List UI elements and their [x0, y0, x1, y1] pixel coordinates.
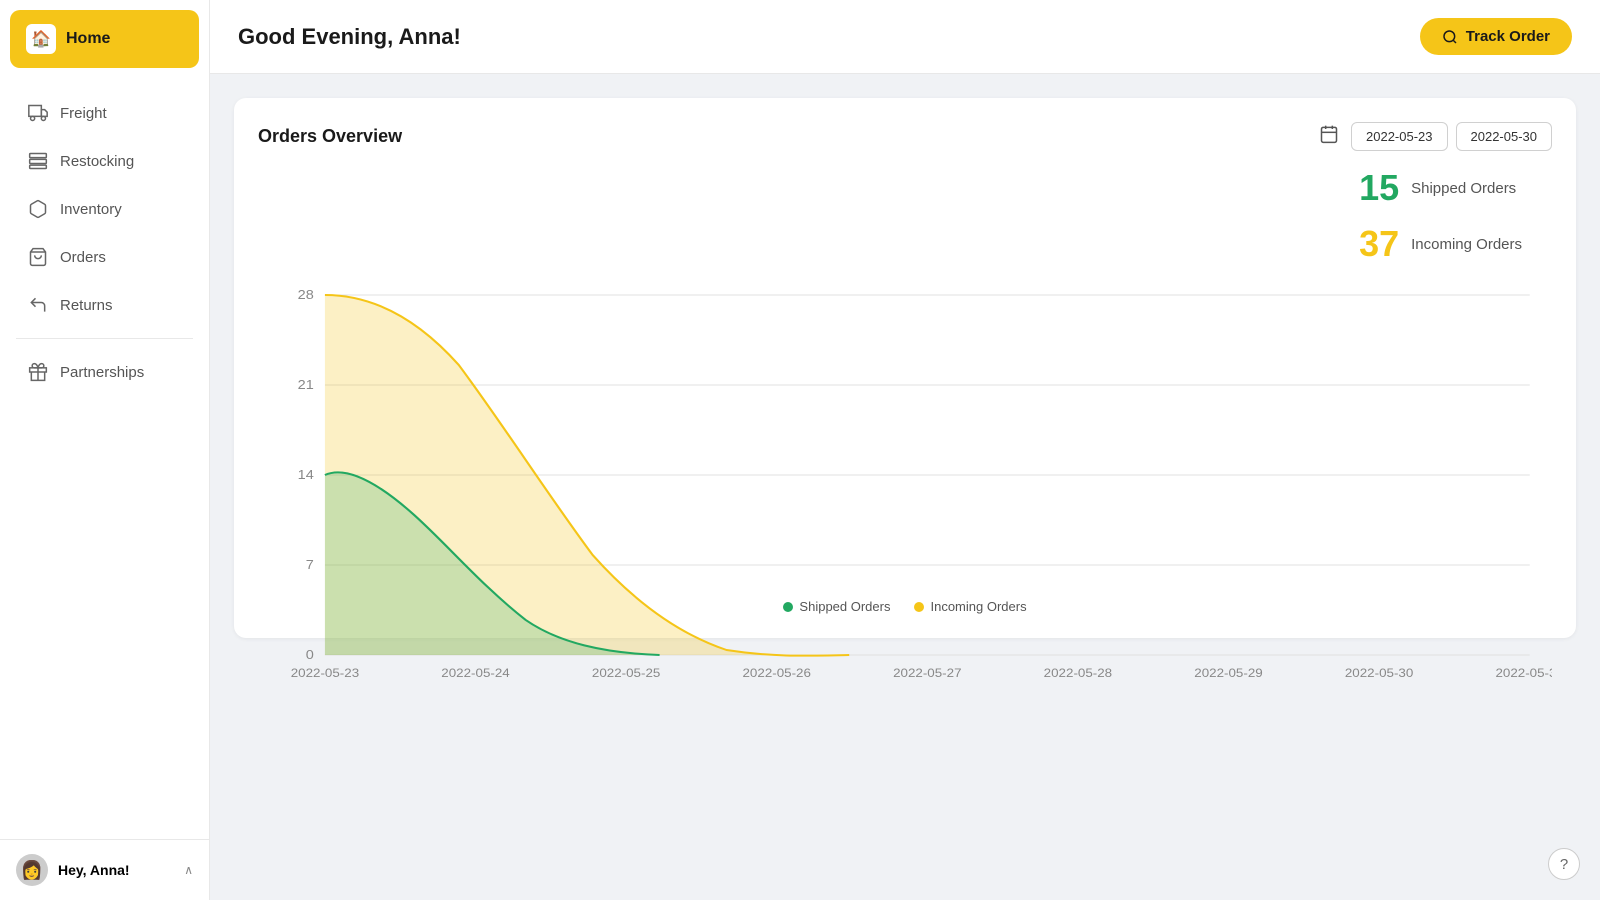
svg-text:2022-05-24: 2022-05-24: [441, 666, 509, 680]
page-title: Good Evening, Anna!: [238, 24, 461, 50]
returns-label: Returns: [60, 297, 113, 314]
partnerships-icon: [28, 362, 48, 382]
orders-icon: [28, 247, 48, 267]
user-greeting: Hey, Anna!: [58, 862, 174, 878]
date-range-controls: 2022-05-23 2022-05-30: [1319, 122, 1552, 151]
sidebar: 🏠 Home Freight Restocking Inventory O: [0, 0, 210, 900]
svg-text:2022-05-27: 2022-05-27: [893, 666, 961, 680]
sidebar-user-area[interactable]: 👩 Hey, Anna! ∧: [0, 839, 209, 900]
restocking-label: Restocking: [60, 153, 134, 170]
sidebar-item-freight[interactable]: Freight: [8, 90, 201, 136]
svg-text:14: 14: [298, 468, 314, 482]
date-start-button[interactable]: 2022-05-23: [1351, 122, 1448, 151]
sidebar-item-restocking[interactable]: Restocking: [8, 138, 201, 184]
svg-text:0: 0: [306, 648, 314, 662]
track-order-label: Track Order: [1466, 28, 1550, 45]
sidebar-item-inventory[interactable]: Inventory: [8, 186, 201, 232]
calendar-icon: [1319, 124, 1339, 149]
svg-text:2022-05-29: 2022-05-29: [1194, 666, 1262, 680]
freight-icon: [28, 103, 48, 123]
date-end-button[interactable]: 2022-05-30: [1456, 122, 1553, 151]
svg-text:2022-05-31: 2022-05-31: [1495, 666, 1552, 680]
help-icon: ?: [1560, 856, 1568, 873]
chart-title: Orders Overview: [258, 126, 402, 147]
chevron-up-icon: ∧: [184, 863, 193, 877]
svg-text:2022-05-25: 2022-05-25: [592, 666, 660, 680]
partnerships-label: Partnerships: [60, 364, 144, 381]
sidebar-logo-label: Home: [66, 30, 110, 48]
inventory-icon: [28, 199, 48, 219]
svg-text:2022-05-26: 2022-05-26: [743, 666, 811, 680]
sidebar-nav: Freight Restocking Inventory Orders Retu…: [0, 78, 209, 839]
svg-text:2022-05-30: 2022-05-30: [1345, 666, 1413, 680]
sidebar-item-returns[interactable]: Returns: [8, 282, 201, 328]
svg-text:28: 28: [298, 288, 314, 302]
content-area: Orders Overview 2022-05-23 2022-05-30 15…: [210, 74, 1600, 900]
chart-area: 0 7 14 21 28 2022-05-23 2022-05-24 2022-…: [258, 167, 1552, 587]
search-icon: [1442, 29, 1458, 45]
returns-icon: [28, 295, 48, 315]
orders-overview-card: Orders Overview 2022-05-23 2022-05-30 15…: [234, 98, 1576, 638]
inventory-label: Inventory: [60, 201, 122, 218]
svg-text:7: 7: [306, 558, 314, 572]
sidebar-item-partnerships[interactable]: Partnerships: [8, 349, 201, 395]
sidebar-home-button[interactable]: 🏠 Home: [10, 10, 199, 68]
freight-label: Freight: [60, 105, 107, 122]
nav-divider: [16, 338, 193, 339]
svg-text:21: 21: [298, 378, 314, 392]
help-button[interactable]: ?: [1548, 848, 1580, 880]
chart-header: Orders Overview 2022-05-23 2022-05-30: [258, 122, 1552, 151]
svg-text:2022-05-23: 2022-05-23: [291, 666, 359, 680]
logo-icon: 🏠: [26, 24, 56, 54]
topbar: Good Evening, Anna! Track Order: [210, 0, 1600, 74]
track-order-button[interactable]: Track Order: [1420, 18, 1572, 55]
svg-text:2022-05-28: 2022-05-28: [1044, 666, 1112, 680]
orders-chart: 0 7 14 21 28 2022-05-23 2022-05-24 2022-…: [258, 265, 1552, 685]
sidebar-item-orders[interactable]: Orders: [8, 234, 201, 280]
main-content: Good Evening, Anna! Track Order Orders O…: [210, 0, 1600, 900]
restocking-icon: [28, 151, 48, 171]
orders-label: Orders: [60, 249, 106, 266]
avatar: 👩: [16, 854, 48, 886]
